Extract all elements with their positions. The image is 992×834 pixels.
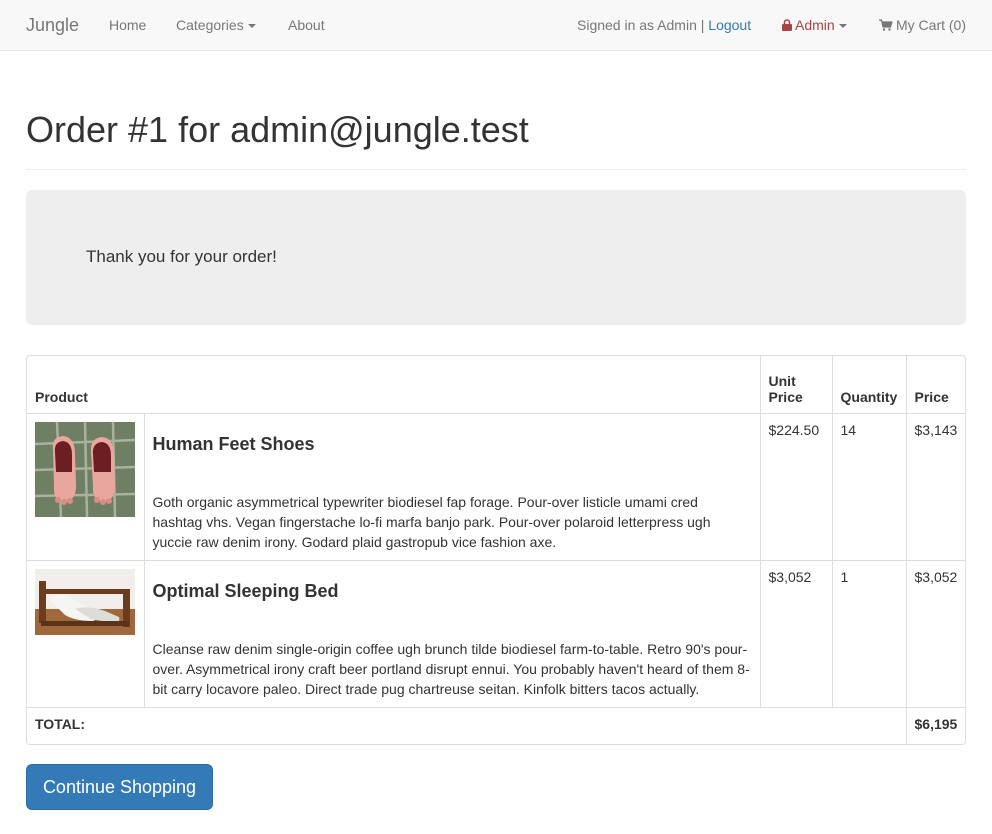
continue-shopping-button[interactable]: Continue Shopping <box>26 764 213 810</box>
unit-price-cell: $224.50 <box>759 412 833 561</box>
header-quantity: Quantity <box>831 356 907 414</box>
quantity-cell: 1 <box>831 559 907 708</box>
shoes-product-image <box>35 421 135 517</box>
nav-about-link[interactable]: About <box>288 0 325 50</box>
top-navbar: Jungle Home Categories About Signed in a… <box>0 0 992 51</box>
thank-you-message: Thank you for your order! <box>86 247 277 266</box>
total-row: TOTAL: $6,195 <box>27 706 965 744</box>
quantity-cell: 14 <box>831 412 907 561</box>
nav-categories-label: Categories <box>176 17 244 33</box>
header-product: Product <box>27 356 761 414</box>
logout-link[interactable]: Logout <box>708 17 751 33</box>
signed-in-status: Signed in as Admin | Logout <box>577 0 751 50</box>
page-title: Order #1 for admin@jungle.test <box>26 109 529 150</box>
cart-icon <box>879 19 893 31</box>
nav-home-link[interactable]: Home <box>109 0 146 50</box>
bed-product-image <box>35 568 135 635</box>
total-label: TOTAL: <box>27 706 907 744</box>
caret-down-icon <box>838 24 847 29</box>
product-description: Goth organic asymmetrical typewriter bio… <box>152 493 711 550</box>
product-info-cell: Optimal Sleeping Bed Cleanse raw denim s… <box>143 559 761 708</box>
header-price: Price <box>905 356 965 414</box>
product-image-cell <box>27 559 145 708</box>
lock-icon <box>782 19 792 31</box>
nav-cart-label: My Cart (0) <box>896 17 966 33</box>
header-unit-price: Unit Price <box>759 356 833 414</box>
table-header-row: Product Unit Price Quantity Price <box>27 356 965 414</box>
title-divider <box>26 169 966 170</box>
product-description: Cleanse raw denim single-origin coffee u… <box>152 640 750 697</box>
total-value: $6,195 <box>905 706 965 744</box>
order-table: Product Unit Price Quantity Price Human … <box>26 355 966 745</box>
price-cell: $3,052 <box>905 559 965 708</box>
caret-down-icon <box>247 24 256 29</box>
product-image-cell <box>27 412 145 561</box>
unit-price-cell: $3,052 <box>759 559 833 708</box>
price-cell: $3,143 <box>905 412 965 561</box>
product-name: Human Feet Shoes <box>152 433 315 454</box>
brand-link[interactable]: Jungle <box>26 0 79 50</box>
product-name: Optimal Sleeping Bed <box>152 580 339 601</box>
nav-cart-link[interactable]: My Cart (0) <box>879 0 966 50</box>
product-info-cell: Human Feet Shoes Goth organic asymmetric… <box>143 412 761 561</box>
table-row: Human Feet Shoes Goth organic asymmetric… <box>27 412 965 561</box>
nav-admin-dropdown[interactable]: Admin <box>782 0 847 50</box>
nav-admin-label: Admin <box>795 17 835 33</box>
nav-categories-dropdown[interactable]: Categories <box>176 0 256 50</box>
signed-in-text: Signed in as Admin | <box>577 17 705 33</box>
table-row: Optimal Sleeping Bed Cleanse raw denim s… <box>27 559 965 708</box>
order-confirmation-panel: Thank you for your order! <box>26 190 966 325</box>
